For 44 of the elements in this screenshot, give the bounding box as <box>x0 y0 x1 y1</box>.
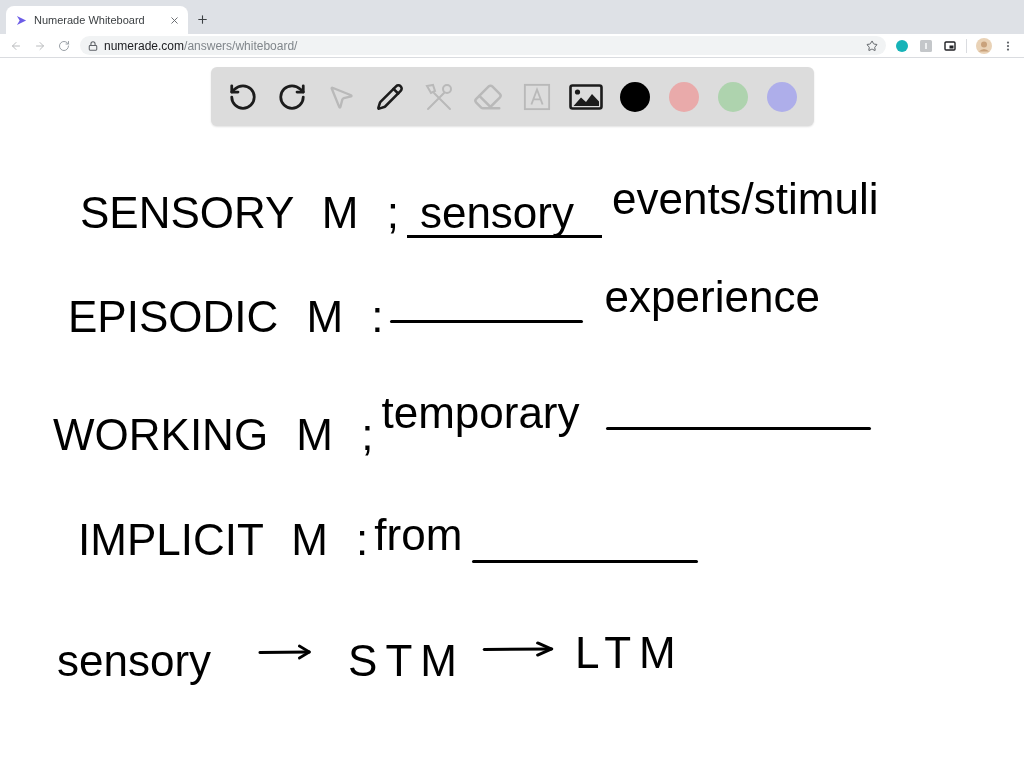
extension-icon[interactable] <box>920 39 932 52</box>
crossed-tools-icon <box>423 81 454 112</box>
arrow-icon <box>481 641 555 657</box>
new-tab-button[interactable] <box>195 12 209 26</box>
bookmark-star-icon[interactable] <box>866 39 878 52</box>
browser-tab[interactable]: Numerade Whiteboard <box>6 6 188 34</box>
extension-icon[interactable] <box>896 39 908 52</box>
undo-icon <box>227 81 258 112</box>
handwritten-text: IMPLICIT M : <box>78 518 369 562</box>
handwritten-text: sensory <box>57 639 212 683</box>
lock-icon <box>88 40 98 51</box>
forward-button[interactable] <box>34 39 46 52</box>
app-logo-icon <box>16 14 27 26</box>
eraser-icon <box>472 81 503 112</box>
image-icon <box>568 83 603 110</box>
close-icon <box>168 14 180 26</box>
forward-arrow-icon <box>34 39 46 52</box>
handwritten-text: experience <box>604 275 820 319</box>
avatar-icon[interactable] <box>976 37 992 54</box>
reload-button[interactable] <box>58 39 70 52</box>
redo-icon <box>276 81 307 112</box>
color-swatch-icon[interactable] <box>717 81 748 112</box>
handwritten-text: sensory <box>406 191 602 238</box>
color-swatch-icon[interactable] <box>766 81 797 112</box>
back-arrow-icon <box>10 39 22 52</box>
reload-icon <box>58 39 70 52</box>
text-box-icon <box>522 82 551 111</box>
pencil-icon <box>375 82 404 111</box>
address-bar[interactable]: numerade.com/answers/whiteboard/ <box>80 36 886 55</box>
back-button[interactable] <box>10 39 22 52</box>
plus-icon <box>195 12 209 26</box>
color-swatch-icon[interactable] <box>619 81 650 112</box>
handwritten-text: SENSORY M ; <box>80 191 399 235</box>
handwritten-text: EPISODIC M : <box>68 295 384 339</box>
handwritten-text: LTM <box>574 631 684 675</box>
color-swatch-icon[interactable] <box>668 81 699 112</box>
handwritten-text: STM <box>348 639 465 683</box>
arrow-icon <box>258 644 313 660</box>
handwritten-text: WORKING M ; <box>53 413 374 457</box>
picture-in-picture-icon[interactable] <box>944 39 956 52</box>
handwritten-text: temporary <box>381 391 580 435</box>
close-tab-button[interactable] <box>168 14 180 26</box>
handwritten-text: from <box>374 513 463 557</box>
handwritten-text: events/stimuli <box>612 177 879 221</box>
